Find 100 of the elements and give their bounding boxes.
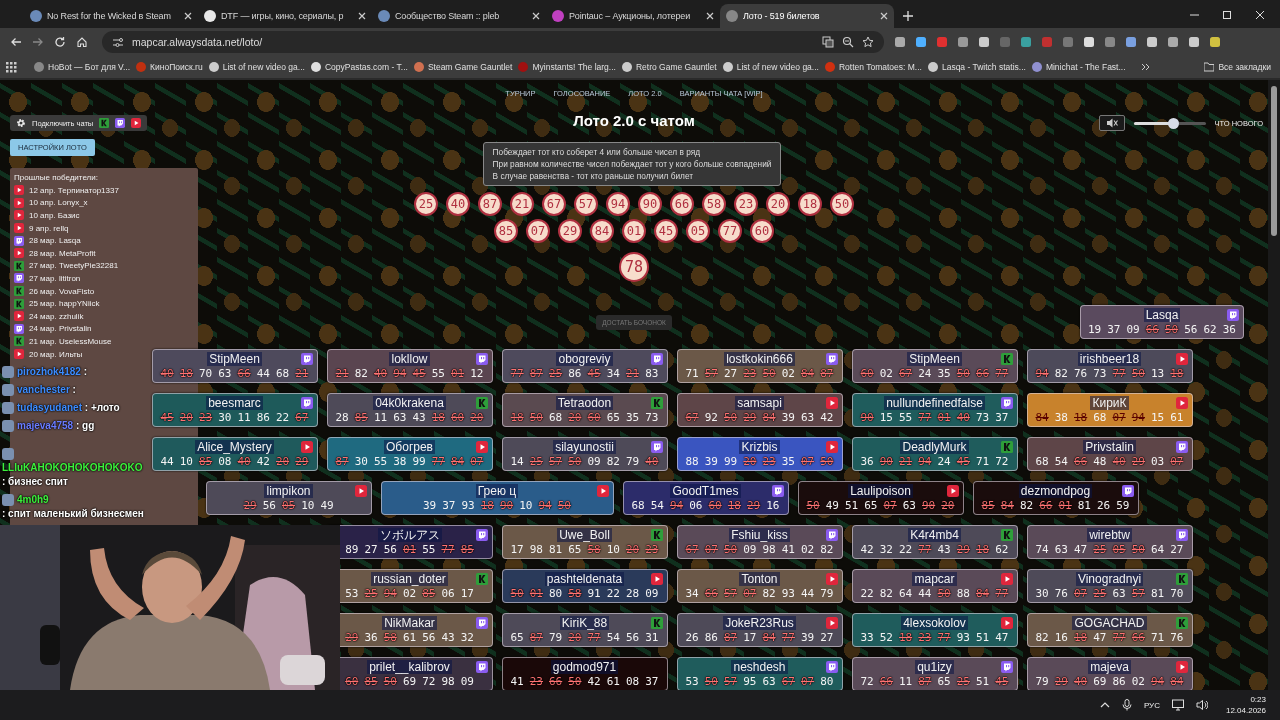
bookmark[interactable]: HoBot — Бот для V... [31, 62, 134, 72]
language-indicator[interactable]: РУС [1143, 700, 1160, 710]
extension-icon[interactable] [1146, 36, 1158, 48]
logo-icon[interactable] [99, 118, 110, 128]
ticket-number: 30 [1034, 586, 1050, 601]
ticket-number: 65 [936, 674, 952, 689]
apps-grid-icon[interactable] [6, 61, 17, 73]
ticket-number: 36 [859, 454, 875, 469]
translate-icon[interactable] [822, 36, 834, 48]
extension-icon[interactable] [1167, 36, 1179, 48]
extension-icon[interactable] [978, 36, 990, 48]
ticket-number: 71 [1150, 630, 1166, 645]
gear-icon[interactable] [16, 118, 26, 128]
ticket-number: 22 [275, 410, 291, 425]
bookmark[interactable]: Retro Game Gauntlet [618, 62, 720, 72]
close-icon[interactable] [705, 11, 715, 21]
bookmark[interactable]: Steam Game Gauntlet [410, 62, 516, 72]
ticket-number: 84 [999, 498, 1015, 513]
bookmark[interactable]: Rotten Tomatoes: M... [821, 62, 925, 72]
site-settings-icon[interactable] [112, 36, 124, 48]
ticket-number: 61 [605, 674, 621, 689]
winner-entry: 28 мар. Lasqa [29, 236, 81, 246]
ticket-number: 77 [917, 410, 933, 425]
bookmark[interactable]: CopyPastas.com - T... [307, 62, 411, 72]
play-icon [300, 440, 313, 453]
ticket-number: 28 [625, 586, 641, 601]
new-tab-icon[interactable] [902, 10, 914, 22]
browser-tab[interactable]: DTF — игры, кино, сериалы, р [198, 4, 372, 28]
ticket-number: 90 [499, 498, 515, 513]
site-icon [378, 10, 390, 22]
player-name: KiriK_88 [559, 615, 610, 630]
ticket-number: 20 [940, 498, 956, 513]
home-icon[interactable] [76, 36, 88, 48]
extension-icon[interactable] [1125, 36, 1137, 48]
ticket-number: 56 [1183, 322, 1199, 337]
bookmark[interactable]: Lasqa - Twitch statis... [924, 62, 1029, 72]
ticket-number: 20 [178, 410, 194, 425]
speech-bubble-icon[interactable] [115, 118, 126, 128]
reload-icon[interactable] [54, 36, 66, 48]
zoom-icon[interactable] [842, 36, 854, 48]
ticket-number: 23 [198, 410, 214, 425]
close-icon[interactable] [531, 11, 541, 21]
speaker-icon[interactable] [1195, 699, 1208, 711]
address-bar[interactable]: mapcar.alwaysdata.net/loto/ [102, 31, 884, 53]
all-bookmarks[interactable]: Все закладки [1201, 62, 1274, 72]
browser-tab[interactable]: No Rest for the Wicked в Steam [24, 4, 198, 28]
browser-tab[interactable]: Сообщество Steam :: pleb [372, 4, 546, 28]
ticket-number: 58 [567, 586, 583, 601]
clock-time[interactable]: 0:23 [1250, 695, 1266, 704]
browser-tab[interactable]: Pointauc – Аукционы, лотереи [546, 4, 720, 28]
more-chevron-icon[interactable] [1140, 63, 1150, 71]
ticket-number: 25 [548, 366, 564, 381]
bookmark[interactable]: Minichat - The Fast... [1028, 62, 1129, 72]
site-icon [552, 10, 564, 22]
close-icon[interactable] [1255, 10, 1266, 20]
bookmark[interactable]: List of new video ga... [719, 62, 822, 72]
star-icon[interactable] [862, 36, 874, 48]
ticket-number: 09 [742, 542, 758, 557]
logo-icon [14, 336, 24, 347]
player-name: godmod971 [550, 659, 619, 674]
clock-date[interactable]: 12.04.2026 [1225, 706, 1266, 715]
close-icon[interactable] [879, 11, 889, 21]
extension-icon[interactable] [1020, 36, 1032, 48]
page-title: Лото 2.0 с чатом [573, 112, 695, 130]
extension-icon[interactable] [957, 36, 969, 48]
ticket-number: 68 [275, 366, 291, 381]
ticket-number: 45 [411, 366, 427, 381]
extension-icon[interactable] [915, 36, 927, 48]
ticket-number: 28 [334, 410, 350, 425]
microphone-icon[interactable] [1121, 699, 1132, 711]
bookmark[interactable]: КиноПоиск.ru [133, 62, 206, 72]
player-name: Laulipoison [848, 483, 913, 498]
extension-icon[interactable] [1083, 36, 1095, 48]
back-icon[interactable] [10, 36, 22, 48]
restore-icon[interactable] [1222, 10, 1233, 20]
bookmark[interactable]: List of new video ga... [205, 62, 308, 72]
extension-icon[interactable] [1209, 36, 1221, 48]
close-icon[interactable] [183, 11, 193, 21]
bookmark[interactable]: Myinstants! The larg... [515, 62, 619, 72]
extension-icon[interactable] [894, 36, 906, 48]
browser-tab[interactable]: Лото - 519 билетов [720, 4, 894, 28]
ticket-number: 85 [353, 410, 369, 425]
ticket-number: 85 [459, 542, 475, 557]
monitor-icon[interactable] [1171, 699, 1184, 711]
ticket-number: 20 [625, 542, 641, 557]
scrollbar[interactable] [1268, 80, 1280, 690]
ticket-number: 01 [401, 542, 418, 557]
logo-icon [650, 528, 663, 541]
play-icon[interactable] [131, 118, 142, 128]
chevron-up-icon[interactable] [1099, 701, 1110, 709]
extension-icon[interactable] [1188, 36, 1200, 48]
player-name: Fshiu_kiss [729, 527, 790, 542]
mute-button[interactable] [1098, 115, 1125, 131]
close-icon[interactable] [357, 11, 367, 21]
play-icon [1175, 660, 1188, 673]
ticket-number: 26 [684, 630, 700, 645]
ticket-number: 50 [382, 674, 398, 689]
ticket-number: 80 [819, 674, 835, 689]
forward-icon[interactable] [32, 36, 44, 48]
ticket-number: 57 [723, 674, 739, 689]
